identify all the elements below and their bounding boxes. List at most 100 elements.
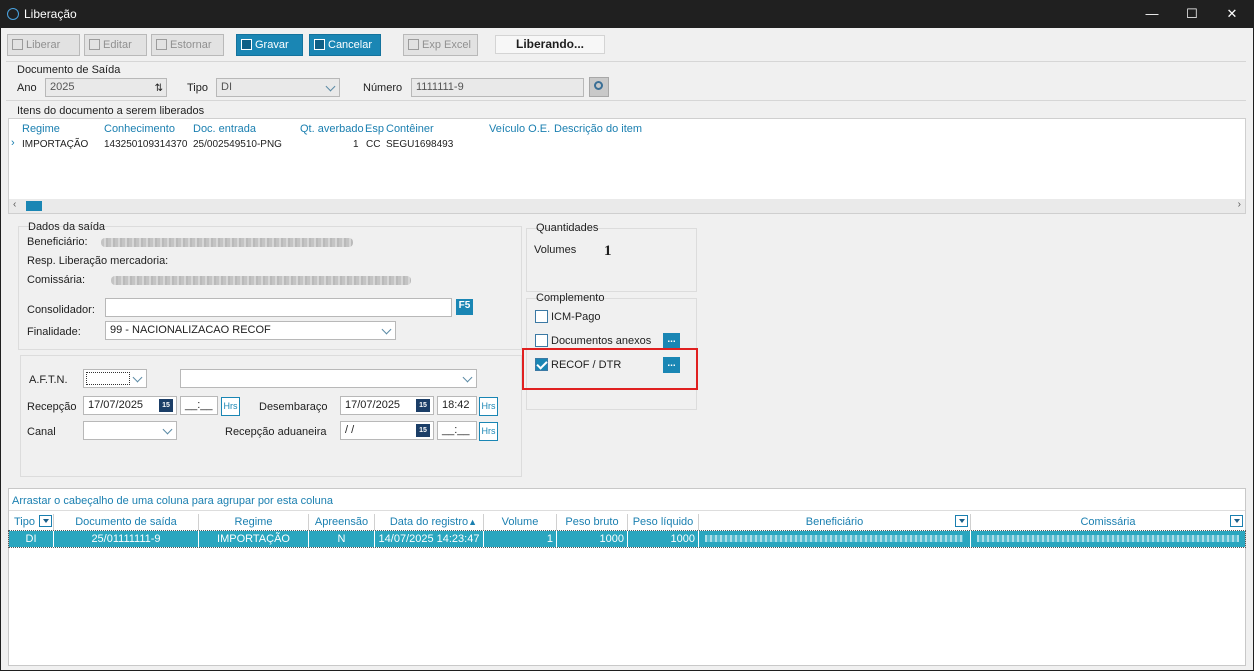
desembaraco-date-field[interactable]: 17/07/2025 15 [340,396,434,415]
maximize-button[interactable]: ☐ [1180,4,1204,24]
col-descricao[interactable]: Descrição do item [554,123,642,135]
recepcao-aduaneira-time-field[interactable]: __:__ [437,421,477,440]
gravar-button[interactable]: Gravar [236,34,303,56]
liberacoes-grid[interactable]: Arrastar o cabeçalho de uma coluna para … [8,488,1246,666]
filter-icon[interactable] [1230,515,1243,527]
f5-button[interactable]: F5 [456,299,473,315]
spin-icon[interactable]: ⇅ [155,80,163,96]
recepcao-time-field[interactable]: __:__ [180,396,218,415]
calendar-icon[interactable]: 15 [416,424,430,437]
group-panel[interactable]: Arrastar o cabeçalho de uma coluna para … [9,489,1245,511]
tipo-value: DI [221,81,232,93]
dados-group-title: Dados da saída [28,221,106,233]
cell-tipo: DI [9,531,54,547]
cell-peso-liquido: 1000 [628,531,699,547]
finalidade-select[interactable]: 99 - NACIONALIZACAO RECOF [105,321,396,340]
col-apreensao[interactable]: Apreensão [309,514,375,530]
itens-grid[interactable]: Regime Conhecimento Doc. entrada Qt. ave… [8,118,1246,214]
documentos-anexos-checkbox[interactable] [535,334,548,347]
calendar-icon[interactable]: 15 [416,399,430,412]
col-data-registro[interactable]: Data do registro ▲ [375,514,484,530]
table-row[interactable]: › IMPORTAÇÃO 143250109314370 25/00254951… [9,137,1245,152]
icm-pago-checkbox[interactable] [535,310,548,323]
reverse-icon [156,39,167,50]
finalidade-label: Finalidade: [27,326,81,338]
col-data-registro-label: Data do registro [389,516,469,528]
documentos-anexos-ellipsis-button[interactable]: ... [663,333,680,349]
recof-dtr-ellipsis-button[interactable]: ... [663,357,680,373]
col-regime[interactable]: Regime [22,123,60,135]
chevron-down-icon [325,81,336,92]
scroll-left-icon[interactable]: ‹ [13,199,16,210]
cell-conhecimento: 143250109314370 [104,139,188,150]
beneficiario-label: Beneficiário: [27,236,88,248]
itens-group-title: Itens do documento a serem liberados [17,105,205,117]
horizontal-scrollbar[interactable]: ‹ › [9,199,1245,213]
col-esp[interactable]: Esp [365,123,384,135]
table-row[interactable]: DI 25/01111111-9 IMPORTAÇÃO N 14/07/2025… [8,530,1246,548]
col-qt-averbado[interactable]: Qt. averbado [300,123,364,135]
recepcao-aduaneira-hrs-button[interactable]: Hrs [479,422,498,441]
consolidador-field[interactable] [105,298,452,317]
search-icon [594,81,603,90]
liberar-label: Liberar [26,39,61,51]
exp-excel-label: Exp Excel [422,39,471,51]
save-icon [241,39,252,50]
close-button[interactable]: ✕ [1220,4,1244,24]
col-doc-entrada[interactable]: Doc. entrada [193,123,256,135]
col-volume[interactable]: Volume [484,514,557,530]
comissaria-label: Comissária: [27,274,86,286]
scroll-right-icon[interactable]: › [1238,199,1241,210]
canal-select[interactable] [83,421,177,440]
col-conhecimento[interactable]: Conhecimento [104,123,175,135]
col-tipo[interactable]: Tipo [9,514,54,530]
cell-regime: IMPORTAÇÃO [22,139,89,150]
recepcao-aduaneira-date-field[interactable]: / / 15 [340,421,434,440]
editar-button[interactable]: Editar [84,34,147,56]
ano-label: Ano [17,82,37,94]
desembaraco-date-value: 17/07/2025 [345,399,401,411]
col-comissaria[interactable]: Comissária [971,514,1245,530]
exp-excel-button[interactable]: Exp Excel [403,34,478,56]
cell-apreensao: N [309,531,375,547]
quantidades-panel [526,228,697,292]
scroll-thumb[interactable] [26,201,42,211]
tipo-select[interactable]: DI [216,78,340,97]
col-regime[interactable]: Regime [199,514,309,530]
search-button[interactable] [589,77,609,97]
desembaraco-hrs-button[interactable]: Hrs [479,397,498,416]
desembaraco-time-field[interactable]: 18:42 [437,396,477,415]
liberar-button[interactable]: Liberar [7,34,80,56]
col-veiculo[interactable]: Veículo O.E. [489,123,550,135]
documento-group-title: Documento de Saída [17,64,121,76]
col-documento[interactable]: Documento de saída [54,514,199,530]
consolidador-label: Consolidador: [27,304,95,316]
col-peso-bruto[interactable]: Peso bruto [557,514,628,530]
ano-field[interactable]: 2025 ⇅ [45,78,167,97]
recepcao-date-field[interactable]: 17/07/2025 15 [83,396,177,415]
volumes-label: Volumes [534,244,577,256]
calendar-icon[interactable]: 15 [159,399,173,412]
minimize-button[interactable]: — [1140,4,1164,24]
recof-dtr-label: RECOF / DTR [551,359,622,371]
cancelar-label: Cancelar [328,39,373,51]
quantidades-group-title: Quantidades [536,222,599,234]
aftn-name-select[interactable] [180,369,477,388]
cancelar-button[interactable]: Cancelar [309,34,381,56]
numero-field[interactable]: 1111111-9 [411,78,584,97]
col-beneficiario[interactable]: Beneficiário [699,514,971,530]
chevron-down-icon [162,424,173,435]
col-conteiner[interactable]: Contêiner [386,123,434,135]
filter-icon[interactable] [39,515,52,527]
recepcao-hrs-button[interactable]: Hrs [221,397,240,416]
col-peso-liquido[interactable]: Peso líquido [628,514,699,530]
redacted-text [705,535,963,542]
cell-documento: 25/01111111-9 [54,531,199,547]
estornar-button[interactable]: Estornar [151,34,224,56]
release-icon [12,39,23,50]
filter-icon[interactable] [955,515,968,527]
tipo-label: Tipo [187,82,208,94]
canal-label: Canal [27,426,56,438]
aftn-select[interactable] [83,369,147,388]
recof-dtr-checkbox[interactable] [535,358,548,371]
